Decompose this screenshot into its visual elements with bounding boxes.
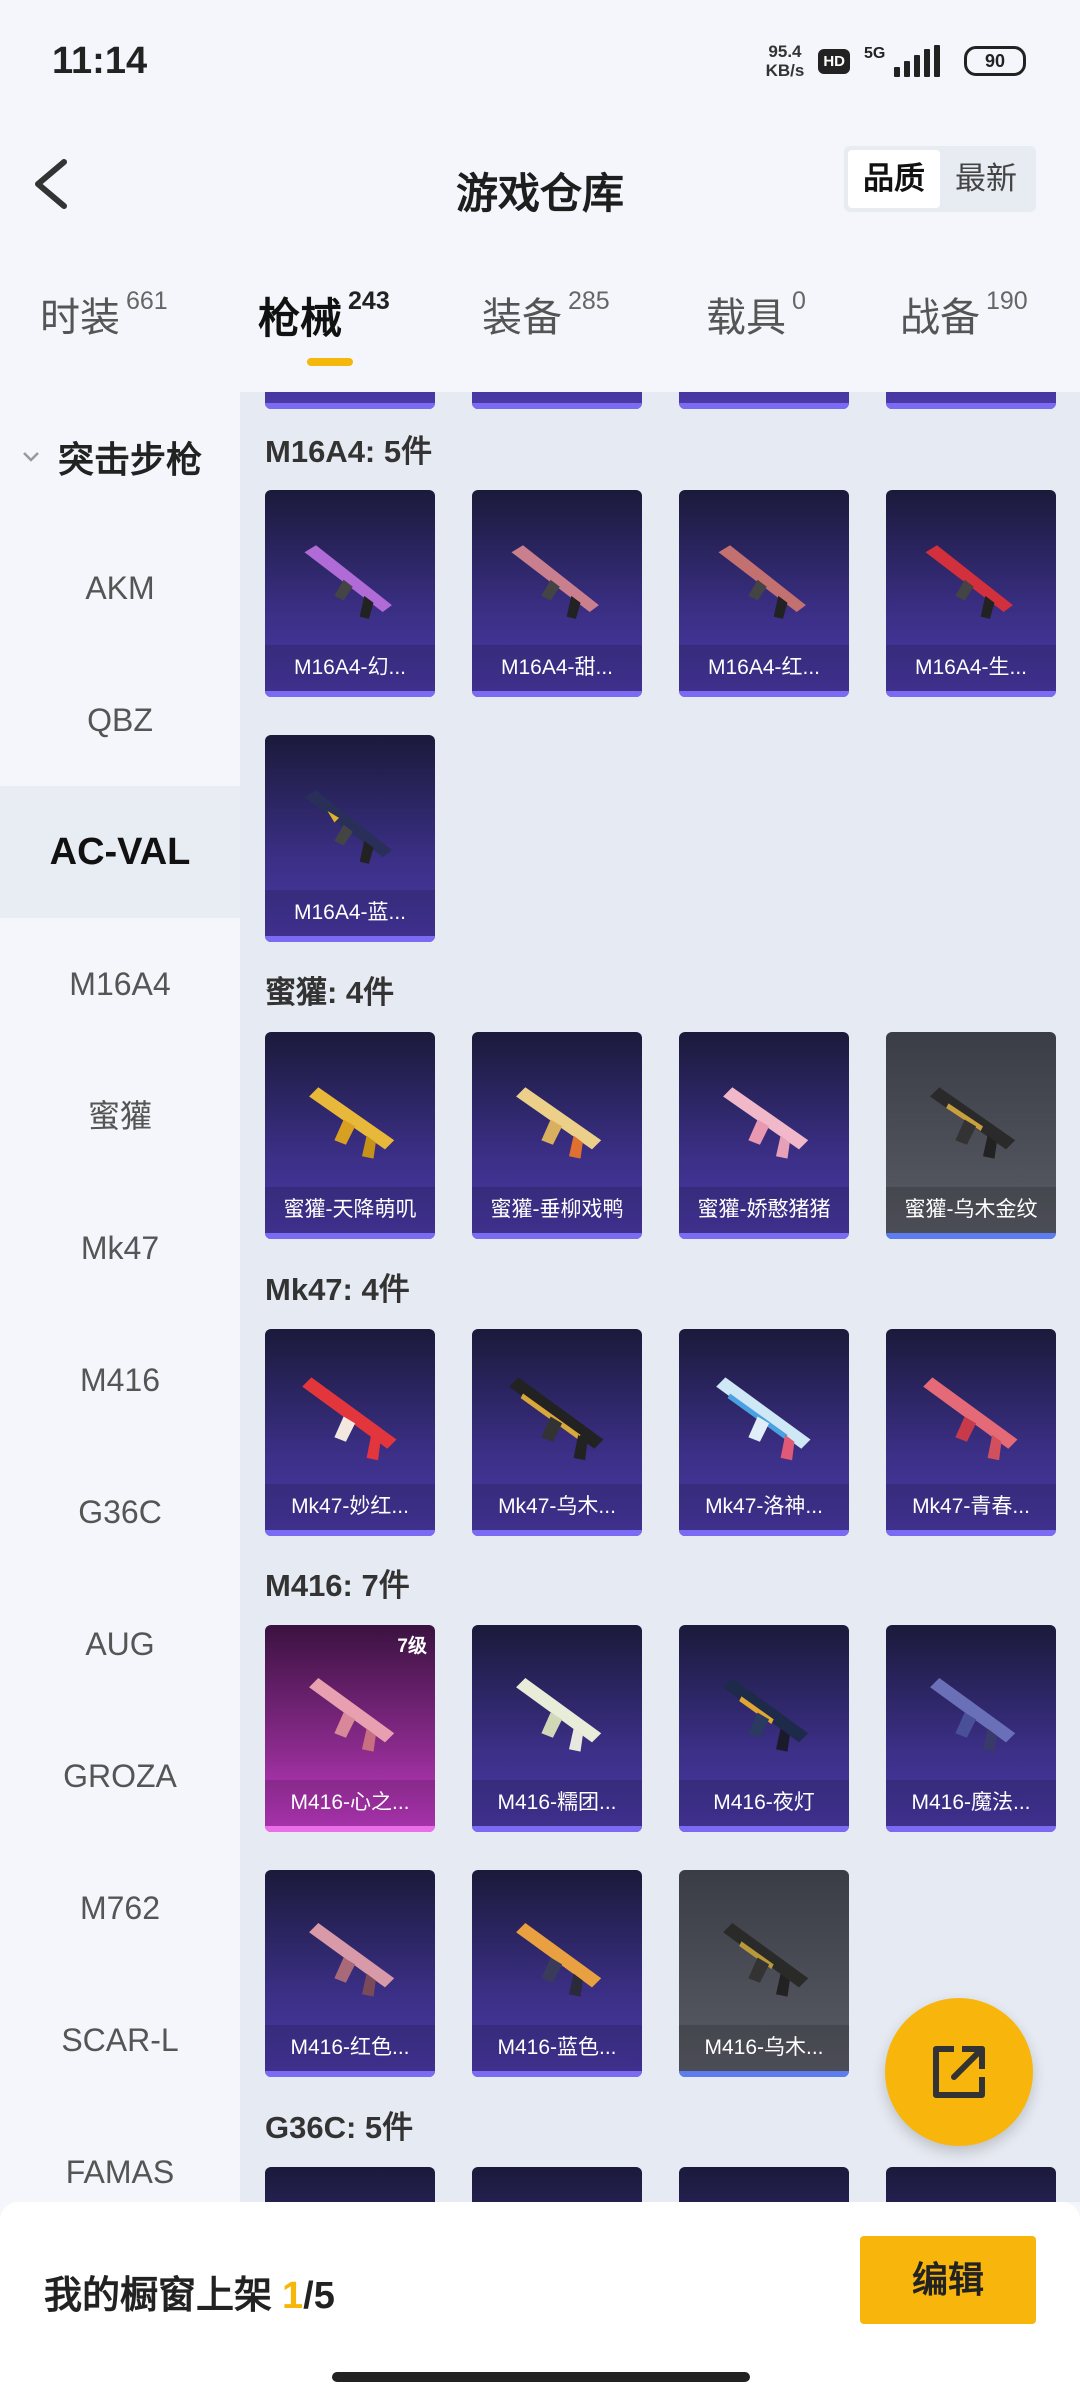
sidebar-item-honey-badger[interactable]: 蜜獾 (0, 1050, 240, 1182)
item-card[interactable]: 蜜獾-天降萌叽 (265, 1032, 435, 1239)
rifle-icon (716, 1377, 811, 1461)
rifle-icon (925, 545, 1013, 619)
rifle-icon (516, 1923, 602, 1997)
rifle-icon (509, 1377, 604, 1461)
weapon-sidebar: 突击步枪 AKM QBZ AC-VAL M16A4 蜜獾 Mk47 M416 G… (0, 392, 240, 2202)
status-icons: 95.4 KB/s HD 5G 90 (766, 42, 1026, 80)
showcase-shelf-status: 我的橱窗上架 1/5 (44, 2275, 335, 2317)
share-button[interactable] (885, 1998, 1033, 2146)
tab-supplies[interactable]: 战备 190 (900, 285, 1028, 343)
battery-icon: 90 (964, 46, 1026, 76)
item-card[interactable] (679, 392, 849, 409)
status-bar: 11:14 95.4 KB/s HD 5G 90 (0, 0, 1080, 130)
chevron-down-icon (23, 452, 39, 462)
rifle-icon (930, 1678, 1016, 1752)
item-card[interactable]: Mk47-妙红... (265, 1329, 435, 1536)
item-card[interactable] (472, 2167, 642, 2202)
item-card[interactable] (679, 2167, 849, 2202)
rifle-icon (516, 1087, 602, 1159)
level-badge: 7级 (397, 1636, 427, 1657)
item-card[interactable]: 蜜獾-乌木金纹 (886, 1032, 1056, 1239)
header: 游戏仓库 品质 最新 (0, 130, 1080, 240)
rifle-icon (309, 1678, 395, 1752)
item-card[interactable]: Mk47-青春... (886, 1329, 1056, 1536)
sidebar-item-groza[interactable]: GROZA (0, 1710, 240, 1842)
rifle-icon (723, 1087, 809, 1159)
section-title-m16a4: M16A4: 5件 (265, 434, 433, 469)
share-icon (933, 2046, 985, 2098)
signal-icon: 5G (864, 45, 940, 77)
home-indicator[interactable] (332, 2372, 750, 2382)
item-card[interactable]: Mk47-洛神... (679, 1329, 849, 1536)
sort-latest-button[interactable]: 最新 (940, 150, 1032, 208)
item-card[interactable]: M16A4-蓝... (265, 735, 435, 942)
item-card[interactable]: M416-蓝色... (472, 1870, 642, 2077)
item-card[interactable]: 蜜獾-娇憨猪猪 (679, 1032, 849, 1239)
item-card[interactable] (472, 392, 642, 409)
sidebar-item-akm[interactable]: AKM (0, 522, 240, 654)
rifle-icon (309, 1087, 395, 1159)
sidebar-item-famas[interactable]: FAMAS (0, 2106, 240, 2202)
tab-equipment[interactable]: 装备 285 (482, 285, 610, 343)
item-card[interactable] (886, 2167, 1056, 2202)
item-card[interactable]: Mk47-乌木... (472, 1329, 642, 1536)
tab-fashion[interactable]: 时装 661 (40, 285, 168, 343)
status-time: 11:14 (52, 40, 148, 82)
sidebar-item-m762[interactable]: M762 (0, 1842, 240, 1974)
category-tabs: 时装 661 枪械 243 装备 285 载具 0 战备 190 (0, 285, 1080, 385)
sidebar-item-m16a4[interactable]: M16A4 (0, 918, 240, 1050)
tab-guns[interactable]: 枪械 243 (258, 285, 390, 346)
rifle-icon (923, 1377, 1018, 1461)
item-card[interactable] (886, 392, 1056, 409)
rifle-icon (930, 1087, 1016, 1159)
rifle-icon (302, 1377, 397, 1461)
rifle-icon (304, 545, 392, 619)
sidebar-item-ac-val[interactable]: AC-VAL (0, 786, 240, 918)
item-card[interactable]: M416-魔法... (886, 1625, 1056, 1832)
rifle-icon (304, 790, 392, 864)
sidebar-item-qbz[interactable]: QBZ (0, 654, 240, 786)
active-tab-indicator (307, 358, 353, 366)
sidebar-item-mk47[interactable]: Mk47 (0, 1182, 240, 1314)
sort-quality-button[interactable]: 品质 (848, 150, 940, 208)
sidebar-item-scar-l[interactable]: SCAR-L (0, 1974, 240, 2106)
item-card[interactable] (265, 392, 435, 409)
item-card[interactable]: M16A4-生... (886, 490, 1056, 697)
item-card[interactable]: 蜜獾-垂柳戏鸭 (472, 1032, 642, 1239)
rifle-icon (516, 1678, 602, 1752)
category-assault-rifles[interactable]: 突击步枪 (0, 392, 240, 522)
sidebar-item-m416[interactable]: M416 (0, 1314, 240, 1446)
section-title-mk47: Mk47: 4件 (265, 1272, 410, 1307)
rifle-icon (723, 1923, 809, 1997)
item-card[interactable]: M416-夜灯 (679, 1625, 849, 1832)
item-card[interactable]: M416-乌木... (679, 1870, 849, 2077)
rifle-icon (723, 1678, 809, 1752)
item-card[interactable]: M16A4-幻... (265, 490, 435, 697)
tab-vehicles[interactable]: 载具 0 (706, 285, 806, 343)
section-title-m416: M416: 7件 (265, 1568, 410, 1603)
sidebar-item-aug[interactable]: AUG (0, 1578, 240, 1710)
hd-icon: HD (818, 48, 850, 74)
item-card[interactable]: M416-糯团... (472, 1625, 642, 1832)
bottom-bar: 我的橱窗上架 1/5 编辑 (0, 2202, 1080, 2400)
item-card[interactable] (265, 2167, 435, 2202)
sort-toggle: 品质 最新 (844, 146, 1036, 212)
item-card[interactable]: M16A4-甜... (472, 490, 642, 697)
rifle-icon (511, 545, 599, 619)
network-type: 5G (864, 45, 886, 62)
section-title-g36c: G36C: 5件 (265, 2110, 414, 2145)
rifle-icon (309, 1923, 395, 1997)
sidebar-item-g36c[interactable]: G36C (0, 1446, 240, 1578)
rifle-icon (718, 545, 806, 619)
item-grid: M16A4: 5件 M16A4-幻... M16A4-甜... M16A4-红.… (240, 392, 1080, 2202)
section-title-honey-badger: 蜜獾: 4件 (265, 975, 395, 1010)
item-card[interactable]: M16A4-红... (679, 490, 849, 697)
item-card[interactable]: M416-红色... (265, 1870, 435, 2077)
edit-button[interactable]: 编辑 (860, 2236, 1036, 2324)
item-card[interactable]: 7级 M416-心之... (265, 1625, 435, 1832)
network-speed: 95.4 KB/s (765, 42, 805, 80)
